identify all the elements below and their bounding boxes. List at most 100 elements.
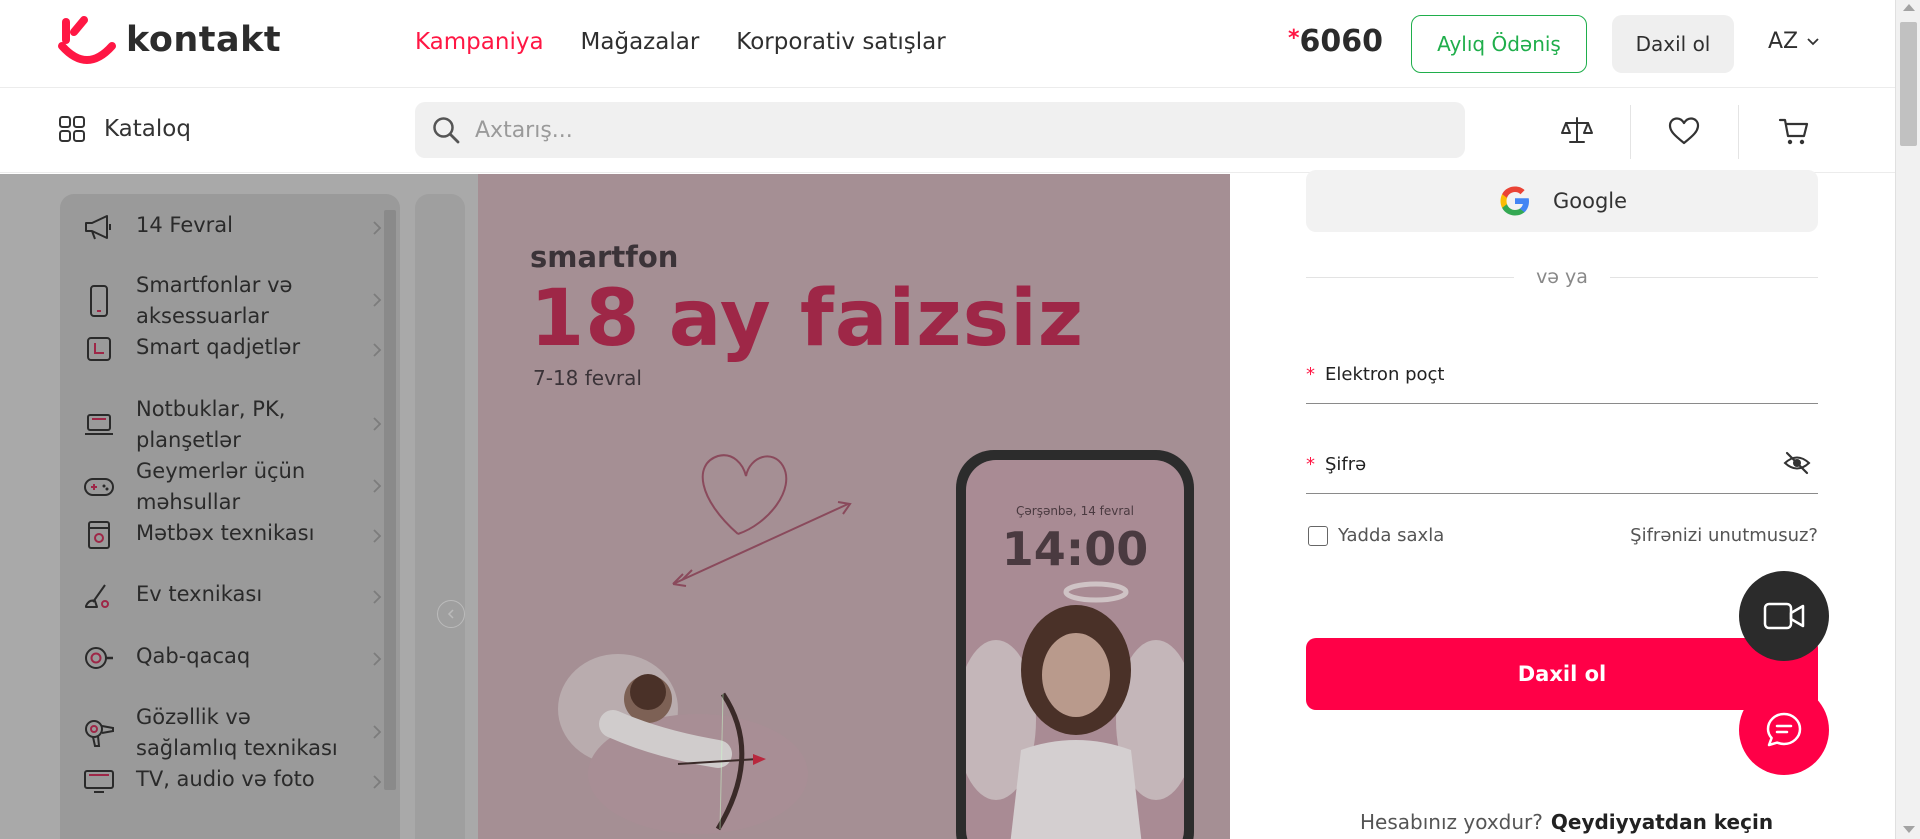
top-header: kontakt Kampaniya Mağazalar Korporativ s… <box>0 0 1895 88</box>
cherub-boy-illustration <box>558 654 808 834</box>
phone-mockup: Çərşənbə, 14 fevral 14:00 <box>956 450 1194 839</box>
password-label: Şifrə <box>1325 454 1367 475</box>
category-item[interactable]: Qab-qacaq <box>82 641 382 675</box>
smartphone-icon <box>82 284 116 318</box>
search-box[interactable] <box>415 102 1465 158</box>
catalog-button[interactable]: Kataloq <box>58 115 191 143</box>
main-nav: Kampaniya Mağazalar Korporativ satışlar <box>415 29 946 55</box>
required-mark: * <box>1306 364 1315 385</box>
scroll-up-arrow-icon[interactable] <box>1903 4 1915 11</box>
register-link[interactable]: Qeydiyyatdan keçin <box>1551 810 1773 834</box>
nav-campaign[interactable]: Kampaniya <box>415 29 544 55</box>
cart-button[interactable] <box>1770 107 1818 155</box>
or-divider: və ya <box>1306 266 1818 288</box>
catalog-label: Kataloq <box>104 116 191 142</box>
logo[interactable]: kontakt <box>58 16 281 68</box>
category-item[interactable]: Ev texnikası <box>82 579 382 613</box>
cart-icon <box>1778 118 1809 145</box>
promo-banner[interactable]: smartfon 18 ay faizsiz 7-18 fevral Çərşə… <box>478 174 1230 839</box>
category-item[interactable]: Gözəllik və sağlamlıq texnikası <box>82 702 382 764</box>
remember-checkbox[interactable] <box>1308 525 1328 546</box>
page-scrollbar[interactable] <box>1895 0 1920 839</box>
remember-me[interactable]: Yadda saxla <box>1308 525 1444 546</box>
email-field[interactable]: * Elektron poçt <box>1306 354 1818 404</box>
chevron-right-icon <box>373 652 382 666</box>
category-label: Notbuklar, PK, planşetlər <box>136 397 286 452</box>
nav-corporate-sales[interactable]: Korporativ satışlar <box>736 29 945 55</box>
scroll-down-arrow-icon[interactable] <box>1903 826 1915 833</box>
hotline-digits: 6060 <box>1299 24 1384 59</box>
banner-dates: 7-18 fevral <box>533 366 642 390</box>
password-field[interactable]: * Şifrə <box>1306 444 1818 494</box>
hotline-star: * <box>1288 26 1300 51</box>
gamepad-icon <box>82 470 116 504</box>
search-input[interactable] <box>475 117 1375 143</box>
cookware-icon <box>82 641 116 675</box>
chevron-right-icon <box>373 529 382 543</box>
hotline-number[interactable]: *6060 <box>1288 24 1383 59</box>
category-item[interactable]: 14 Fevral <box>82 210 382 244</box>
language-label: AZ <box>1768 29 1799 54</box>
category-item[interactable]: Notbuklar, PK, planşetlər <box>82 394 382 456</box>
register-row: Hesabınız yoxdur? Qeydiyyatdan keçin <box>1360 810 1773 834</box>
login-submit-button[interactable]: Daxil ol <box>1306 638 1818 710</box>
banner-subtitle: smartfon <box>530 240 679 274</box>
category-item[interactable]: Geymerlər üçün məhsullar <box>82 456 382 518</box>
divider <box>1738 105 1739 159</box>
banner-title: 18 ay faizsiz <box>530 274 1085 364</box>
category-label: Geymerlər üçün məhsullar <box>136 459 306 514</box>
heart-arrow-illustration <box>672 454 852 587</box>
category-item[interactable]: Smartfonlar və aksessuarlar <box>82 270 382 332</box>
banner-prev-area <box>415 194 465 839</box>
phone-time: 14:00 <box>1001 522 1149 576</box>
google-login-button[interactable]: Google <box>1306 170 1818 232</box>
category-item[interactable]: Mətbəx texnikası <box>82 518 382 552</box>
chevron-left-icon <box>447 609 454 619</box>
video-call-button[interactable] <box>1739 571 1829 661</box>
logo-mark-icon <box>58 16 116 64</box>
category-item[interactable]: TV, audio və foto <box>82 764 382 798</box>
category-item[interactable]: Smart qadjetlər <box>82 332 382 366</box>
monthly-payment-button[interactable]: Aylıq Ödəniş <box>1411 15 1587 73</box>
google-icon <box>1500 186 1529 216</box>
language-selector[interactable]: AZ <box>1768 29 1820 54</box>
scroll-thumb[interactable] <box>1900 22 1917 146</box>
girl-angel-illustration <box>966 581 1184 839</box>
scales-icon <box>1561 117 1593 143</box>
eye-off-icon[interactable] <box>1782 448 1812 478</box>
favorites-button[interactable] <box>1660 107 1708 155</box>
phone-date: Çərşənbə, 14 fevral <box>1016 504 1134 518</box>
chat-button[interactable] <box>1739 685 1829 775</box>
header-login-button[interactable]: Daxil ol <box>1612 15 1734 73</box>
chevron-right-icon <box>373 343 382 357</box>
kitchen-icon <box>82 518 116 552</box>
laptop-icon <box>82 408 116 442</box>
search-bar-row: Kataloq <box>0 89 1895 173</box>
category-label: 14 Fevral <box>136 213 234 237</box>
category-label: Gözəllik və sağlamlıq texnikası <box>136 705 338 760</box>
chevron-down-icon <box>1807 37 1819 45</box>
compare-button[interactable] <box>1553 107 1601 155</box>
logo-text: kontakt <box>126 20 282 60</box>
category-sidebar: 14 Fevral Smartfonlar və aksessuarlar Sm… <box>60 194 400 839</box>
smartwatch-icon <box>82 332 116 366</box>
search-icon <box>433 117 460 144</box>
chevron-right-icon <box>373 725 382 739</box>
google-label: Google <box>1552 189 1628 213</box>
grid-icon <box>59 116 85 142</box>
banner-prev-button[interactable] <box>437 600 465 628</box>
chevron-right-icon <box>373 590 382 604</box>
category-label: Smartfonlar və aksessuarlar <box>136 273 293 328</box>
sidebar-scrollbar[interactable] <box>384 210 396 790</box>
chevron-right-icon <box>373 479 382 493</box>
nav-stores[interactable]: Mağazalar <box>581 29 700 55</box>
category-label: Smart qadjetlər <box>136 335 301 359</box>
megaphone-icon <box>82 210 116 244</box>
forgot-password-link[interactable]: Şifrənizi unutmusuz? <box>1630 525 1818 546</box>
category-label: Ev texnikası <box>136 582 263 606</box>
video-camera-icon <box>1763 602 1805 630</box>
or-label: və ya <box>1536 266 1588 288</box>
divider <box>1630 105 1631 159</box>
page-content-overlay: 14 Fevral Smartfonlar və aksessuarlar Sm… <box>0 174 1230 839</box>
chevron-right-icon <box>373 775 382 789</box>
